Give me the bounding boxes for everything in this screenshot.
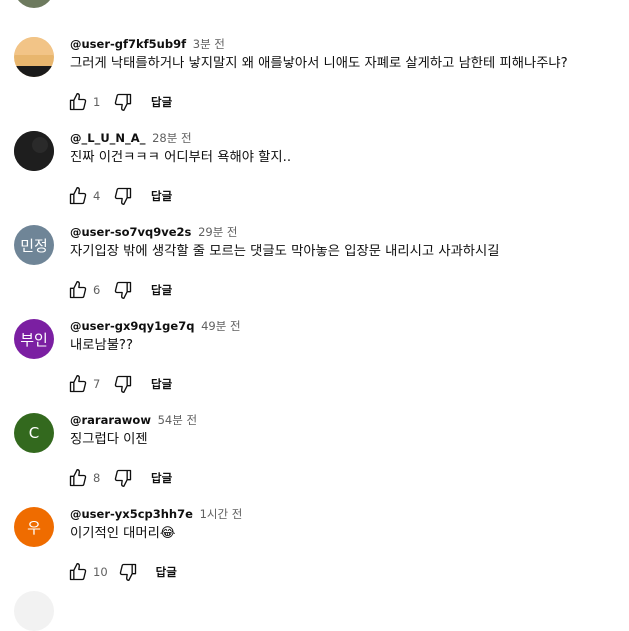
like-count: 1	[93, 95, 101, 109]
comment-item: 민정 @user-so7vq9ve2s 29분 전 자기입장 밖에 생각할 줄 …	[0, 225, 629, 319]
comment-item: 부인 @user-gx9qy1ge7q 49분 전 내로남불?? 7 답글	[0, 319, 629, 413]
comment-time[interactable]: 28분 전	[152, 131, 191, 145]
comment-time[interactable]: 1시간 전	[200, 507, 243, 521]
comment-actions: 1 답글	[66, 90, 172, 114]
reply-button[interactable]: 답글	[151, 470, 172, 486]
reply-button[interactable]: 답글	[151, 94, 172, 110]
comment-actions: 8 답글	[66, 466, 172, 490]
comment-author[interactable]: @user-gf7kf5ub9f	[70, 37, 186, 51]
thumbs-down-icon	[114, 281, 132, 299]
avatar-initials: 민정	[20, 236, 48, 255]
avatar-initials: 부인	[20, 330, 48, 349]
reply-button[interactable]: 답글	[151, 376, 172, 392]
comment-actions: 10 답글	[66, 560, 177, 584]
avatar[interactable]: C	[14, 413, 54, 453]
comment-time[interactable]: 54분 전	[158, 413, 197, 427]
thumbs-down-icon	[114, 469, 132, 487]
like-count: 4	[93, 189, 101, 203]
comment-text: 그러게 낙태를하거나 낳지말지 왜 애를낳아서 니애도 자폐로 살게하고 남한테…	[70, 56, 568, 71]
like-button[interactable]	[66, 278, 90, 302]
thumbs-up-icon	[69, 187, 87, 205]
avatar[interactable]	[14, 131, 54, 171]
thumbs-down-icon	[119, 563, 136, 581]
reply-button[interactable]: 답글	[151, 282, 172, 298]
thumbs-down-icon	[114, 93, 132, 111]
comment-text: 진짜 이건ㅋㅋㅋ 어디부터 욕해야 할지..	[70, 150, 292, 165]
thumbs-up-icon	[69, 469, 87, 487]
thumbs-up-icon	[69, 375, 87, 393]
avatar-initials: 우	[27, 518, 41, 537]
dislike-button[interactable]	[116, 560, 140, 584]
comment-text: 내로남불??	[70, 338, 134, 353]
comment-item: @user-gf7kf5ub9f 3분 전 그러게 낙태를하거나 낳지말지 왜 …	[0, 37, 629, 131]
dislike-button[interactable]	[111, 278, 135, 302]
thumbs-down-icon	[114, 375, 132, 393]
avatar[interactable]: 우	[14, 507, 54, 547]
comment-text: 징그럽다 이젠	[70, 432, 148, 447]
comment-time[interactable]: 49분 전	[201, 319, 240, 333]
like-button[interactable]	[66, 372, 90, 396]
like-button[interactable]	[66, 466, 90, 490]
avatar[interactable]: 부인	[14, 319, 54, 359]
comment-time[interactable]: 3분 전	[193, 37, 225, 51]
like-count: 8	[93, 471, 101, 485]
laughing-emoji-icon: 😂	[159, 526, 176, 541]
partial-avatar-top[interactable]	[14, 0, 54, 8]
like-count: 7	[93, 377, 101, 391]
dark-photo-icon	[14, 131, 54, 171]
like-button[interactable]	[66, 184, 90, 208]
reply-button[interactable]: 답글	[151, 188, 172, 204]
comment-item: @_L_U_N_A_ 28분 전 진짜 이건ㅋㅋㅋ 어디부터 욕해야 할지.. …	[0, 131, 629, 225]
reply-button[interactable]: 답글	[156, 564, 177, 580]
comment-actions: 6 답글	[66, 278, 172, 302]
dislike-button[interactable]	[111, 466, 135, 490]
avatar-initials: C	[28, 424, 40, 442]
like-button[interactable]	[66, 90, 90, 114]
comment-item: 우 @user-yx5cp3hh7e 1시간 전 이기적인 대머리😂 10 답글	[0, 507, 629, 601]
avatar[interactable]	[14, 37, 54, 77]
comment-text-body: 이기적인 대머리	[70, 526, 160, 541]
partial-avatar-bottom[interactable]	[14, 591, 54, 631]
comment-item: C @rararawow 54분 전 징그럽다 이젠 8 답글	[0, 413, 629, 507]
thumbs-up-icon	[69, 563, 87, 581]
thumbs-down-icon	[114, 187, 132, 205]
dislike-button[interactable]	[111, 184, 135, 208]
avatar[interactable]: 민정	[14, 225, 54, 265]
comment-text: 이기적인 대머리😂	[70, 524, 175, 544]
comment-actions: 4 답글	[66, 184, 172, 208]
thumbs-up-icon	[69, 93, 87, 111]
comment-actions: 7 답글	[66, 372, 172, 396]
thumbs-up-icon	[69, 281, 87, 299]
sunset-photo-icon	[14, 37, 54, 77]
like-count: 10	[93, 565, 108, 579]
comment-author[interactable]: @user-so7vq9ve2s	[70, 225, 191, 239]
like-count: 6	[93, 283, 101, 297]
comment-author[interactable]: @rararawow	[70, 413, 151, 427]
comment-author[interactable]: @user-gx9qy1ge7q	[70, 319, 194, 333]
comment-author[interactable]: @user-yx5cp3hh7e	[70, 507, 193, 521]
like-button[interactable]	[66, 560, 90, 584]
comment-text: 자기입장 밖에 생각할 줄 모르는 댓글도 막아놓은 입장문 내리시고 사과하시…	[70, 244, 500, 259]
dislike-button[interactable]	[111, 90, 135, 114]
comment-time[interactable]: 29분 전	[198, 225, 237, 239]
comment-author[interactable]: @_L_U_N_A_	[70, 131, 145, 145]
dislike-button[interactable]	[111, 372, 135, 396]
